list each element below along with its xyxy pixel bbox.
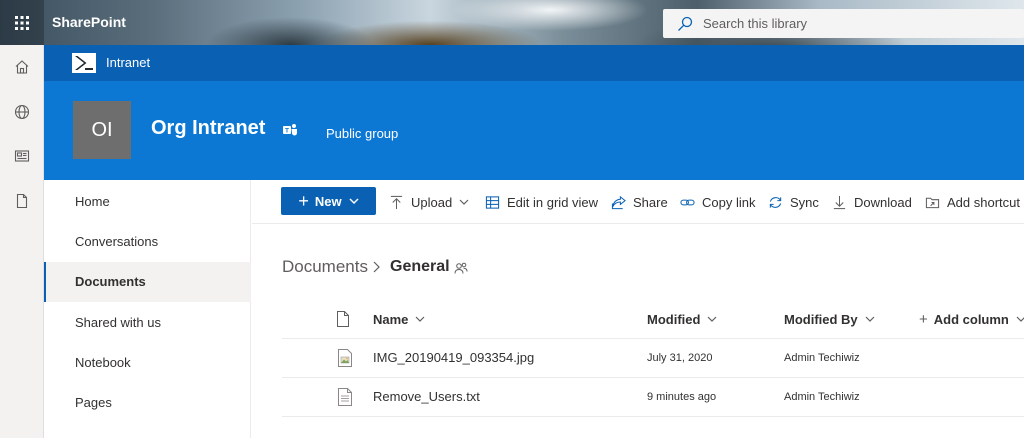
home-app-button[interactable] [0, 45, 44, 89]
shared-people-icon[interactable] [454, 261, 468, 275]
chevron-down-icon [349, 198, 359, 205]
home-icon [15, 60, 29, 74]
link-icon [680, 199, 695, 205]
news-icon [14, 150, 30, 162]
new-button[interactable]: + New [281, 187, 376, 215]
nav-item-notebook[interactable]: Notebook [44, 343, 251, 383]
file-name[interactable]: IMG_20190419_093354.jpg [373, 339, 534, 377]
image-file-icon [338, 349, 352, 367]
upload-label: Upload [411, 194, 453, 210]
edit-grid-view-button[interactable]: Edit in grid view [485, 180, 598, 224]
text-file-icon [338, 388, 352, 406]
nav-item-pages[interactable]: Pages [44, 383, 251, 423]
app-bar [0, 45, 44, 438]
globe-icon [14, 104, 30, 120]
modified-by[interactable]: Admin Techiwiz [784, 378, 860, 416]
nav-item-home[interactable]: Home [44, 182, 251, 222]
share-label: Share [633, 194, 668, 210]
sync-label: Sync [790, 194, 819, 210]
chevron-down-icon [415, 316, 425, 322]
site-title[interactable]: Org Intranet [151, 117, 265, 140]
site-logo[interactable]: OI [73, 101, 131, 159]
search-box[interactable]: Search this library [663, 9, 1024, 38]
powershell-logo-icon [72, 53, 96, 73]
new-button-label: New [314, 193, 342, 209]
download-button[interactable]: Download [832, 180, 912, 224]
sync-icon [769, 196, 782, 208]
chevron-down-icon [708, 316, 717, 322]
modified-by[interactable]: Admin Techiwiz [784, 339, 860, 377]
modified-date: 9 minutes ago [647, 391, 717, 403]
table-row[interactable]: IMG_20190419_093354.jpg July 31, 2020 Ad… [282, 339, 1024, 378]
chevron-down-icon [1016, 316, 1024, 322]
plus-icon: + [919, 310, 928, 328]
copy-link-label: Copy link [702, 194, 756, 210]
nav-item-shared-with-us[interactable]: Shared with us [44, 303, 251, 343]
column-header-modified-by[interactable]: Modified By [784, 299, 875, 339]
left-navigation: Home Conversations Documents Shared with… [44, 180, 251, 438]
file-name[interactable]: Remove_Users.txt [373, 378, 480, 416]
chevron-down-icon [865, 316, 875, 322]
search-icon [678, 16, 693, 31]
column-name-label: Name [373, 311, 409, 327]
upload-icon [390, 195, 403, 209]
svg-text:T: T [285, 128, 289, 135]
modified-date: July 31, 2020 [647, 352, 713, 364]
add-shortcut-label: Add shortcut [947, 194, 1020, 210]
document-icon [16, 193, 28, 209]
add-shortcut-button[interactable]: Add shortcut [925, 180, 1020, 224]
add-column-button[interactable]: + Add column [919, 299, 1024, 339]
command-bar: + New Upload Edit in grid view Share Cop… [252, 180, 1024, 224]
column-modified-by-label: Modified By [784, 311, 858, 327]
table-row[interactable]: Remove_Users.txt 9 minutes ago Admin Tec… [282, 378, 1024, 417]
nav-item-conversations[interactable]: Conversations [44, 222, 251, 262]
hub-navigation: Intranet [44, 45, 1024, 81]
copy-link-button[interactable]: Copy link [680, 180, 755, 224]
share-icon [611, 195, 626, 209]
upload-button[interactable]: Upload [389, 180, 469, 224]
plus-icon: + [298, 191, 309, 211]
files-app-button[interactable] [0, 179, 44, 223]
breadcrumb-documents[interactable]: Documents [282, 257, 368, 277]
column-header-name[interactable]: Name [373, 299, 425, 339]
share-button[interactable]: Share [611, 180, 668, 224]
add-column-label: Add column [933, 311, 1009, 327]
file-type-icon[interactable] [336, 311, 350, 327]
breadcrumb-current: General [390, 258, 450, 275]
site-header: OI Org Intranet T Public group [44, 81, 1024, 180]
sites-app-button[interactable] [0, 90, 44, 134]
hub-logo[interactable] [72, 53, 96, 73]
edit-grid-view-label: Edit in grid view [507, 194, 599, 210]
group-type-label: Public group [326, 126, 399, 141]
search-placeholder: Search this library [703, 16, 808, 31]
teams-icon[interactable]: T [282, 122, 298, 138]
nav-item-documents[interactable]: Documents [44, 262, 251, 302]
column-header-modified[interactable]: Modified [647, 299, 717, 339]
app-name[interactable]: SharePoint [52, 0, 126, 45]
grid-icon [485, 195, 500, 209]
chevron-right-icon [373, 261, 380, 273]
suite-bar: SharePoint Search this library [0, 0, 1024, 45]
sync-button[interactable]: Sync [768, 180, 819, 224]
hub-title[interactable]: Intranet [106, 45, 150, 81]
column-modified-label: Modified [647, 311, 701, 327]
download-label: Download [854, 194, 912, 210]
waffle-icon [15, 15, 29, 30]
app-launcher-button[interactable] [0, 0, 44, 45]
download-icon [833, 195, 846, 209]
chevron-down-icon [459, 199, 469, 205]
news-app-button[interactable] [0, 134, 44, 178]
add-shortcut-icon [925, 197, 940, 208]
